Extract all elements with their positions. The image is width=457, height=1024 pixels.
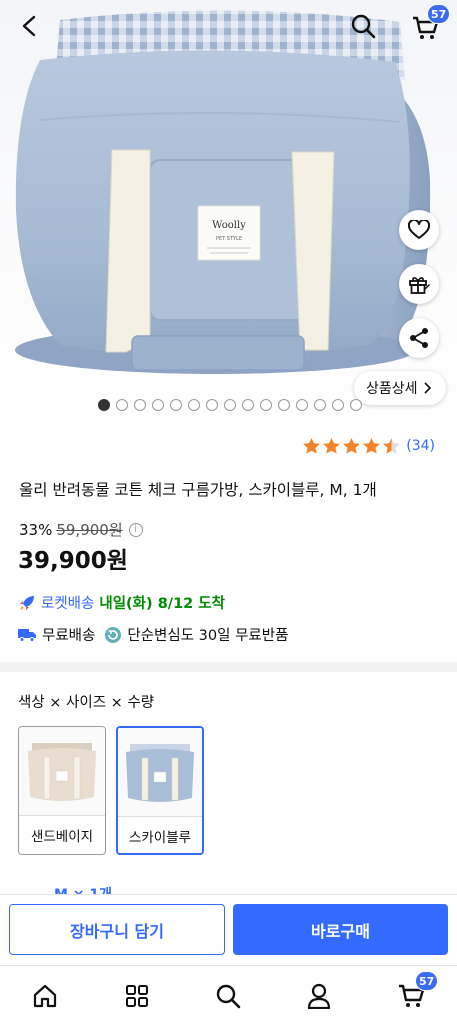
option-sand-beige[interactable]: 샌드베이지 — [18, 726, 106, 855]
pagination-dot[interactable] — [116, 399, 128, 411]
product-detail-label: 상품상세 — [366, 381, 418, 397]
chevron-left-icon — [22, 15, 36, 37]
arrival-date: 내일(화) 8/12 도착 — [99, 596, 225, 612]
nav-my-account[interactable] — [303, 980, 335, 1012]
shipping-info-row: 무료배송 단순변심도 30일 무료반품 — [18, 624, 288, 645]
star-icon — [323, 437, 341, 454]
chevron-right-icon — [423, 382, 431, 394]
buy-now-button[interactable]: 바로구매 — [233, 904, 448, 955]
option-name: 샌드베이지 — [19, 815, 105, 853]
pagination-dot[interactable] — [224, 399, 236, 411]
nav-home[interactable] — [29, 980, 61, 1012]
info-icon[interactable]: i — [128, 522, 143, 537]
share-icon — [410, 328, 428, 348]
star-icon — [343, 437, 361, 454]
product-title: 울리 반려동물 코튼 체크 구름가방, 스카이블루, M, 1개 — [19, 481, 377, 499]
gallery-pagination[interactable] — [98, 399, 362, 411]
nav-cart[interactable]: 57 — [395, 971, 439, 1012]
label-brand-text: Woolly — [212, 220, 246, 231]
purchase-action-bar: 장바구니 담기 바로구매 — [0, 894, 457, 965]
nav-cart-count-badge: 57 — [415, 971, 439, 991]
grid-icon — [126, 985, 148, 1007]
return-icon — [105, 626, 122, 643]
gift-button[interactable] — [399, 264, 439, 304]
option-sky-blue[interactable]: 스카이블루 — [116, 726, 204, 855]
pagination-dot[interactable] — [206, 399, 218, 411]
free-shipping-label: 무료배송 — [42, 628, 96, 644]
wishlist-button[interactable] — [399, 210, 439, 250]
pagination-dot[interactable] — [170, 399, 182, 411]
original-price: 59,900원 — [56, 521, 123, 539]
gift-icon — [409, 277, 430, 294]
product-detail-button[interactable]: 상품상세 — [354, 371, 446, 405]
share-button[interactable] — [399, 318, 439, 358]
pagination-dot[interactable] — [350, 399, 362, 411]
pagination-dot[interactable] — [98, 399, 110, 411]
sale-price: 39,900원 — [18, 548, 128, 574]
nav-categories[interactable] — [121, 980, 153, 1012]
cart-count-badge: 57 — [427, 4, 451, 24]
pagination-dot[interactable] — [260, 399, 272, 411]
back-button[interactable] — [12, 8, 48, 44]
free-return-label: 단순변심도 30일 무료반품 — [127, 628, 289, 644]
pagination-dot[interactable] — [188, 399, 200, 411]
product-image: Woolly PET STYLE — [15, 10, 431, 374]
home-icon — [33, 984, 57, 1008]
add-to-cart-button[interactable]: 장바구니 담기 — [9, 904, 225, 955]
truck-icon — [18, 628, 36, 642]
product-image-gallery[interactable]: Woolly PET STYLE 57 상품상세 — [0, 0, 457, 416]
pagination-dot[interactable] — [152, 399, 164, 411]
pagination-dot[interactable] — [296, 399, 308, 411]
discount-rate: 33% — [19, 520, 53, 539]
pagination-dot[interactable] — [278, 399, 290, 411]
heart-icon — [408, 220, 430, 239]
star-rating — [302, 437, 401, 455]
rocket-delivery-label: 로켓배송 — [41, 596, 95, 612]
rating-summary[interactable]: (34) — [302, 437, 435, 455]
rocket-delivery-row: 로켓배송 내일(화) 8/12 도착 — [18, 592, 225, 613]
pagination-dot[interactable] — [242, 399, 254, 411]
pagination-dot[interactable] — [332, 399, 344, 411]
nav-search[interactable] — [212, 980, 244, 1012]
option-thumbnail — [19, 727, 105, 815]
search-button[interactable] — [345, 8, 381, 44]
star-icon — [383, 437, 401, 454]
pagination-dot[interactable] — [314, 399, 326, 411]
star-icon — [363, 437, 381, 454]
search-icon — [216, 984, 241, 1009]
star-icon — [303, 437, 321, 454]
cart-button[interactable]: 57 — [407, 4, 451, 46]
rocket-icon — [20, 595, 34, 610]
option-thumbnail — [118, 728, 202, 816]
search-icon — [351, 14, 376, 39]
pagination-dot[interactable] — [134, 399, 146, 411]
product-page: Woolly PET STYLE 57 상품상세 (34) 울리 반려동물 코튼… — [0, 0, 457, 1024]
bottom-navigation: 57 — [0, 965, 457, 1024]
person-icon — [307, 983, 331, 1009]
price-discount-row: 33% 59,900원 i — [19, 519, 143, 540]
section-divider — [0, 662, 457, 672]
label-sub-text: PET STYLE — [216, 236, 242, 242]
bag-thumbnail-beige — [28, 743, 96, 801]
bag-thumbnail-blue — [126, 744, 194, 802]
review-count[interactable]: (34) — [406, 438, 435, 454]
option-title: 색상 × 사이즈 × 수량 — [18, 695, 155, 711]
option-name: 스카이블루 — [118, 816, 202, 853]
